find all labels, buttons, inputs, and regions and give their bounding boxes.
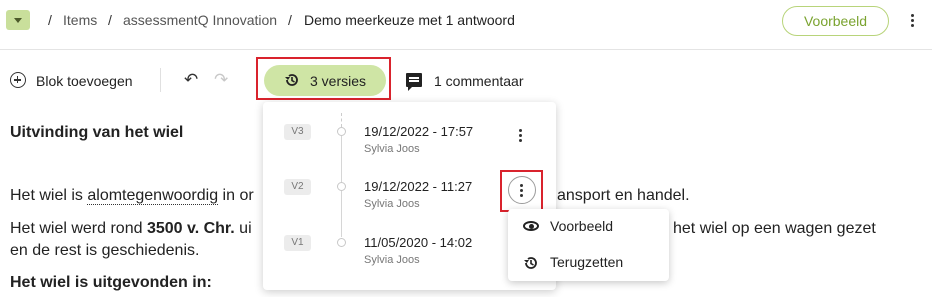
preview-button[interactable]: Voorbeeld	[782, 6, 889, 36]
timeline-line	[341, 191, 342, 237]
p1-mid: in	[218, 187, 240, 204]
timeline-node	[337, 182, 346, 191]
top-bar: / Items / assessmentQ Innovation / Demo …	[0, 0, 932, 50]
version-badge: V2	[284, 179, 311, 195]
undo-icon[interactable]: ↶	[184, 71, 198, 88]
highlight-box	[256, 57, 391, 100]
p1-spellcheck-word[interactable]: alomtegenwoordig	[87, 187, 219, 205]
version-badge: V3	[284, 124, 311, 140]
comment-icon[interactable]	[406, 73, 422, 91]
paragraph-1-end: ansport en handel.	[557, 187, 690, 204]
restore-icon	[524, 257, 537, 269]
paragraph-3: en de rest is geschiedenis.	[10, 242, 200, 259]
menu-item-restore[interactable]: Terugzetten	[550, 254, 623, 270]
p2-mid: ui	[234, 220, 252, 237]
breadcrumb-current-item: Demo meerkeuze met 1 antwoord	[304, 12, 515, 28]
comments-button[interactable]: 1 commentaar	[434, 73, 523, 89]
version-date[interactable]: 19/12/2022 - 11:27	[364, 179, 472, 194]
question-text: Het wiel is uitgevonden in:	[10, 274, 212, 291]
breadcrumb-items[interactable]: Items	[63, 12, 97, 28]
version-author: Sylvia Joos	[364, 254, 420, 266]
version-more-icon[interactable]	[519, 129, 523, 144]
p1-start: Het wiel is	[10, 187, 88, 204]
breadcrumb-separator: /	[288, 12, 292, 28]
menu-item-preview[interactable]: Voorbeeld	[550, 218, 613, 234]
breadcrumb-assessmentq-innovation[interactable]: assessmentQ Innovation	[123, 12, 277, 28]
timeline-line	[341, 136, 342, 184]
p1-frag: or	[239, 187, 254, 204]
breadcrumb-separator: /	[48, 12, 52, 28]
version-author: Sylvia Joos	[364, 143, 420, 155]
version-badge: V1	[284, 235, 311, 251]
paragraph-2-end: het wiel op een wagen gezet	[673, 220, 876, 237]
paragraph-1: Het wiel is alomtegenwoordig in or	[10, 187, 254, 205]
breadcrumb-separator: /	[108, 12, 112, 28]
toolbar-divider	[160, 68, 161, 92]
version-date[interactable]: 19/12/2022 - 17:57	[364, 124, 473, 139]
folder-icon[interactable]	[6, 10, 30, 30]
version-date[interactable]: 11/05/2020 - 14:02	[364, 235, 472, 250]
add-block-icon[interactable]	[10, 72, 26, 88]
document-title: Uitvinding van het wiel	[10, 124, 184, 141]
timeline-node	[337, 127, 346, 136]
p2-bold: 3500 v. Chr.	[146, 220, 235, 237]
add-block-button[interactable]: Blok toevoegen	[36, 73, 133, 89]
timeline-node	[337, 238, 346, 247]
highlight-box	[500, 170, 543, 212]
redo-icon[interactable]: ↷	[214, 71, 228, 88]
p2-start: Het wiel werd rond	[10, 220, 147, 237]
eye-icon	[523, 221, 539, 231]
timeline-line	[341, 113, 342, 127]
version-author: Sylvia Joos	[364, 198, 420, 210]
more-vertical-icon[interactable]	[911, 14, 915, 29]
paragraph-2: Het wiel werd rond 3500 v. Chr. ui	[10, 220, 252, 238]
